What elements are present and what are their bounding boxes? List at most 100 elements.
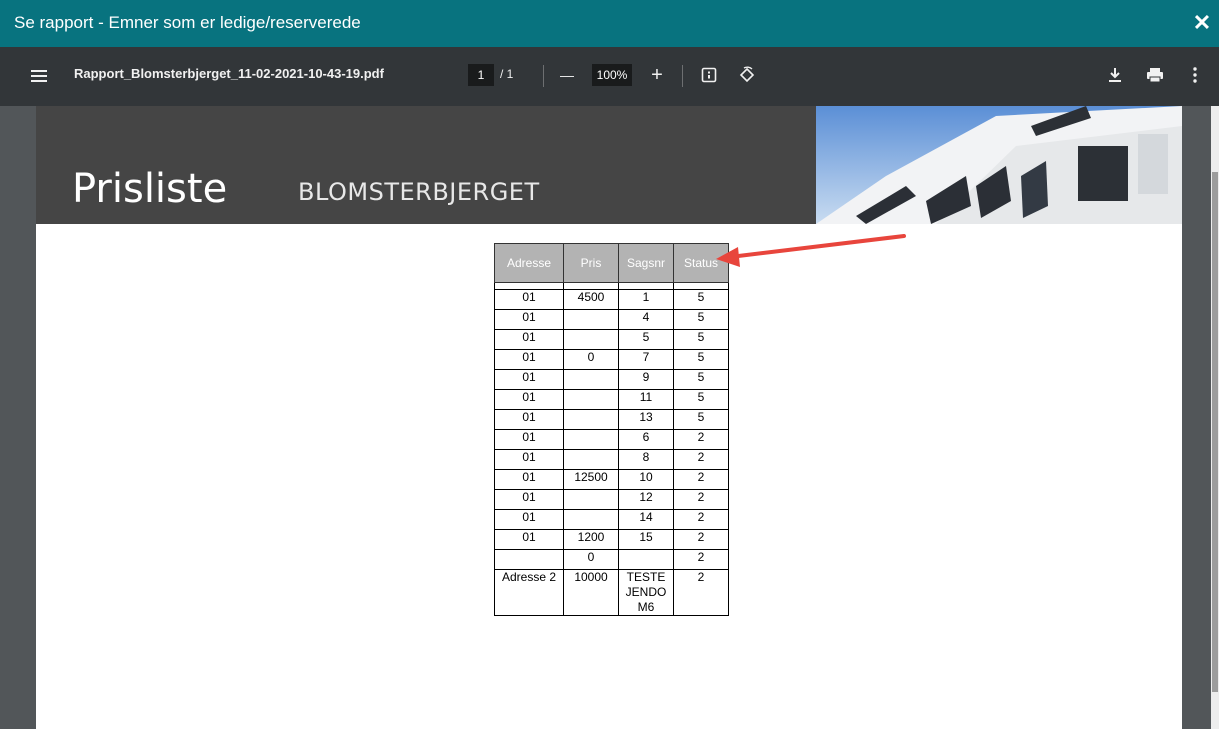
cell-adresse: 01 [494,409,564,430]
cell-pris: 1200 [563,529,619,550]
cell-adresse: Adresse 2 [494,569,564,616]
print-icon[interactable] [1143,64,1167,86]
annotation-arrow [716,234,906,267]
cell-sagsnr: 8 [618,449,674,470]
zoom-level-input[interactable]: 100% [592,64,632,86]
dialog-title: Se rapport - Emner som er ledige/reserve… [14,13,361,32]
pdf-page: Prisliste BLOMSTERBJERGET Adresse Pris S… [36,106,1182,729]
zoom-out-button[interactable]: — [556,64,578,86]
column-header: Adresse [494,243,564,283]
table-row: 01 6 2 [494,429,729,450]
download-icon[interactable] [1104,64,1126,86]
cell-status: 2 [673,569,729,616]
cell-status: 5 [673,289,729,310]
table-row: 01 9 5 [494,369,729,390]
cell-adresse: 01 [494,489,564,510]
report-subtitle: BLOMSTERBJERGET [298,178,540,206]
cell-pris [563,489,619,510]
cell-sagsnr: 13 [618,409,674,430]
table-spacer-row [494,282,729,290]
vertical-scrollbar[interactable] [1211,106,1219,729]
cell-sagsnr: 11 [618,389,674,410]
cell-adresse: 01 [494,289,564,310]
cell-sagsnr: 12 [618,489,674,510]
menu-icon[interactable] [28,65,50,87]
cell-pris: 4500 [563,289,619,310]
toolbar-divider [682,65,683,87]
cell-sagsnr: 4 [618,309,674,330]
cell-status: 2 [673,549,729,570]
cell-sagsnr: 1 [618,289,674,310]
cell-adresse: 01 [494,369,564,390]
cell-status: 2 [673,449,729,470]
column-header: Sagsnr [618,243,674,283]
fit-page-icon[interactable] [698,64,720,86]
cell-adresse: 01 [494,449,564,470]
rotate-icon[interactable] [736,63,758,87]
more-options-icon[interactable] [1186,64,1204,86]
table-row: 01 0 7 5 [494,349,729,370]
table-row: 01 4500 1 5 [494,289,729,310]
cell-adresse: 01 [494,309,564,330]
cell-adresse: 01 [494,349,564,370]
table-row: 02 [494,549,729,570]
report-table: Adresse Pris Sagsnr Status 01 4500 1 5 01 4 5… [494,243,729,616]
cell-status: 2 [673,509,729,530]
cell-sagsnr: 6 [618,429,674,450]
table-row: 01 12500 10 2 [494,469,729,490]
table-row: Adresse 2 10000 TESTE JENDO M6 2 [494,569,729,616]
cell-pris [563,329,619,350]
cell-pris [563,409,619,430]
cell-adresse: 01 [494,469,564,490]
cell-sagsnr: TESTE JENDO M6 [618,569,674,616]
toolbar-divider [543,65,544,87]
cell-pris [563,509,619,530]
cell-adresse: 01 [494,329,564,350]
cell-sagsnr [618,549,674,570]
cell-sagsnr: 10 [618,469,674,490]
table-row: 01 4 5 [494,309,729,330]
cell-pris: 0 [563,549,619,570]
file-name: Rapport_Blomsterbjerget_11-02-2021-10-43… [74,66,384,81]
cell-status: 5 [673,369,729,390]
page-number-input[interactable]: 1 [468,64,494,86]
cell-status: 2 [673,429,729,450]
cell-status: 5 [673,409,729,430]
pdf-toolbar: Rapport_Blomsterbjerget_11-02-2021-10-43… [0,47,1219,106]
cell-pris [563,429,619,450]
page-total: / 1 [500,67,514,81]
zoom-in-button[interactable]: + [646,63,668,87]
cell-pris: 12500 [563,469,619,490]
cell-status: 5 [673,309,729,330]
cell-sagsnr: 5 [618,329,674,350]
column-header: Pris [563,243,619,283]
table-row: 01 5 5 [494,329,729,350]
cell-adresse: 01 [494,529,564,550]
cell-status: 5 [673,389,729,410]
cell-adresse: 01 [494,429,564,450]
building-photo [816,106,1182,224]
cell-status: 2 [673,469,729,490]
close-icon[interactable]: ✕ [1191,8,1213,38]
cell-sagsnr: 14 [618,509,674,530]
cell-sagsnr: 7 [618,349,674,370]
cell-status: 2 [673,489,729,510]
table-row: 01 11 5 [494,389,729,410]
cell-pris: 0 [563,349,619,370]
cell-pris [563,309,619,330]
table-row: 01 8 2 [494,449,729,470]
dialog-titlebar: Se rapport - Emner som er ledige/reserve… [0,0,1219,47]
cell-pris [563,449,619,470]
report-title: Prisliste [72,166,228,212]
table-row: 01 14 2 [494,509,729,530]
cell-status: 5 [673,329,729,350]
cell-pris: 10000 [563,569,619,616]
table-row: 01 13 5 [494,409,729,430]
scrollbar-thumb[interactable] [1212,172,1218,692]
cell-sagsnr: 9 [618,369,674,390]
cell-pris [563,369,619,390]
table-row: 01 1200 15 2 [494,529,729,550]
cell-adresse: 01 [494,509,564,530]
cell-sagsnr: 15 [618,529,674,550]
report-banner: Prisliste BLOMSTERBJERGET [36,106,1182,224]
